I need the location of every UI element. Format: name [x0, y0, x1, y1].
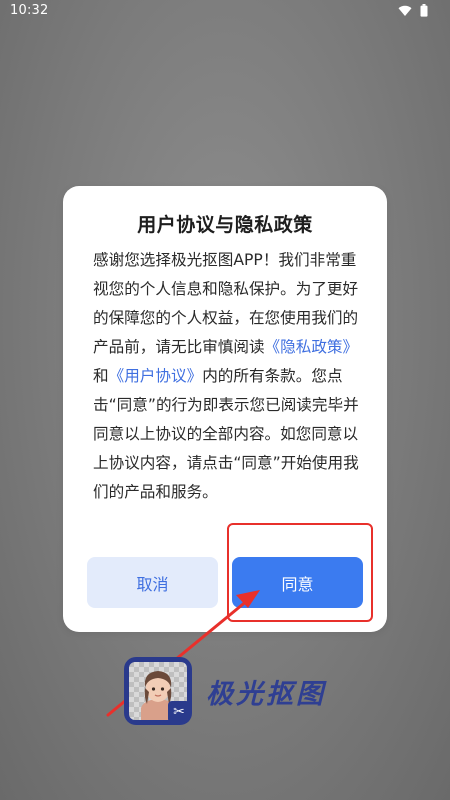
body-text-terms: 内的所有条款。您点击“同意”的行为即表示您已阅读完毕并同意以上协议的全部内容。如…	[93, 367, 359, 501]
scissors-icon: ✂	[168, 701, 190, 723]
user-agreement-link[interactable]: 《用户协议》	[109, 367, 203, 385]
privacy-policy-link[interactable]: 《隐私政策》	[265, 338, 359, 356]
screen: 10:32 用户协议与隐私政策 感谢您选择极光抠图APP！我们非常重视您的个人信…	[0, 0, 450, 800]
cancel-button[interactable]: 取消	[87, 557, 218, 608]
status-bar: 10:32	[0, 0, 450, 22]
annotation-highlight-box	[227, 523, 373, 622]
app-logo: ✂	[124, 657, 192, 725]
and-text: 和	[93, 367, 109, 385]
battery-icon	[420, 4, 428, 17]
dialog-title: 用户协议与隐私政策	[137, 214, 313, 236]
wifi-icon	[398, 5, 412, 17]
app-name: 极光抠图	[206, 679, 326, 710]
status-time: 10:32	[10, 3, 49, 18]
dialog-body: 感谢您选择极光抠图APP！我们非常重视您的个人信息和隐私保护。为了更好的保障您的…	[93, 246, 361, 507]
status-icons	[398, 4, 428, 17]
